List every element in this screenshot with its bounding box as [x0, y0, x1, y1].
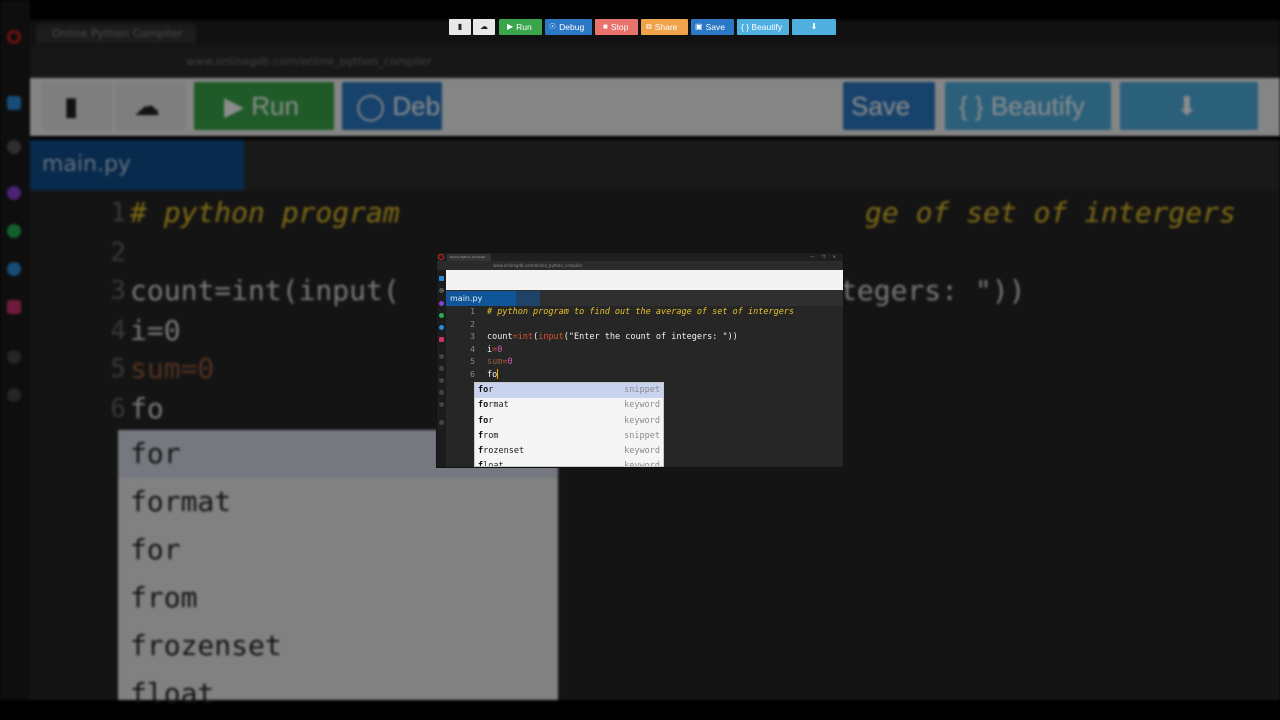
- run-label: Run: [516, 22, 532, 32]
- toolbar: [446, 270, 843, 290]
- play-icon: ▶: [507, 22, 514, 31]
- sidebar-app-icon: [439, 402, 444, 407]
- line-number: 1: [470, 307, 475, 316]
- debug-icon: ☉: [549, 22, 557, 31]
- autocomplete-popup[interactable]: for snippet format keyword for keyword from…: [474, 382, 664, 467]
- address-text[interactable]: www.onlinegdb.com/online_python_compiler: [493, 262, 582, 269]
- sidebar-app-icon: [439, 337, 444, 342]
- beautify-label: { } Beautify: [741, 22, 783, 32]
- browser-logo-icon: [438, 254, 444, 260]
- download-button[interactable]: ⬇: [792, 19, 836, 35]
- stop-label: Stop: [610, 22, 629, 32]
- save-button[interactable]: ▣ Save: [691, 19, 734, 35]
- upload-button[interactable]: ☁: [473, 19, 495, 35]
- browser-tab[interactable]: Online Python Compiler: [447, 254, 491, 261]
- stop-icon: ■: [603, 22, 608, 31]
- download-icon: ⬇: [810, 22, 818, 31]
- browser-sidebar: [437, 270, 446, 467]
- sidebar-app-icon: [439, 301, 444, 306]
- line-number: 4: [470, 344, 475, 354]
- window-controls[interactable]: — ❐ ✕: [811, 254, 839, 259]
- sidebar-app-icon: [439, 325, 444, 330]
- sidebar-app-icon: [439, 313, 444, 318]
- autocomplete-item[interactable]: for snippet: [475, 383, 663, 399]
- file-icon: ▮: [457, 22, 463, 31]
- beautify-button[interactable]: { } Beautify: [737, 19, 789, 35]
- share-icon: ⧉: [646, 22, 652, 31]
- code-line-6: fo: [487, 369, 499, 380]
- sidebar-app-icon: [439, 390, 444, 395]
- stop-button[interactable]: ■ Stop: [595, 19, 638, 35]
- text-cursor: [497, 369, 499, 379]
- sidebar-app-icon: [439, 354, 444, 359]
- autocomplete-item[interactable]: float keyword: [475, 459, 663, 466]
- sidebar-app-icon: [439, 420, 444, 425]
- new-file-button[interactable]: ▮: [449, 19, 471, 35]
- code-line-1: # python program to find out the average…: [487, 307, 795, 317]
- autocomplete-item[interactable]: for keyword: [475, 414, 663, 429]
- line-number: 3: [470, 332, 475, 341]
- file-tab-main[interactable]: main.py: [446, 291, 516, 306]
- debug-button[interactable]: ☉ Debug: [545, 19, 592, 35]
- line-number: 6: [470, 369, 475, 379]
- share-label: Share: [654, 22, 678, 32]
- line-number: 2: [470, 319, 475, 329]
- sidebar-app-icon: [439, 276, 444, 281]
- debug-label: Debug: [559, 22, 585, 32]
- code-line-5: sum=0: [487, 357, 513, 367]
- sidebar-app-icon: [439, 288, 444, 293]
- autocomplete-item[interactable]: frozenset keyword: [475, 444, 663, 459]
- autocomplete-item[interactable]: format keyword: [475, 398, 663, 413]
- share-button[interactable]: ⧉ Share: [641, 19, 688, 35]
- sidebar-app-icon: [439, 366, 444, 371]
- upload-cloud-icon: ☁: [480, 22, 488, 31]
- run-button[interactable]: ▶ Run: [499, 19, 542, 35]
- save-icon: ▣: [695, 22, 703, 31]
- browser-tab-bar: [437, 253, 843, 261]
- code-line-4: i=0: [487, 344, 503, 355]
- code-line-3: count=int(input("Enter the count of inte…: [487, 332, 738, 342]
- line-number: 5: [470, 357, 475, 366]
- save-label: Save: [705, 22, 725, 32]
- autocomplete-item[interactable]: from snippet: [475, 429, 663, 444]
- file-tab-extension: [516, 291, 540, 306]
- sidebar-app-icon: [439, 378, 444, 383]
